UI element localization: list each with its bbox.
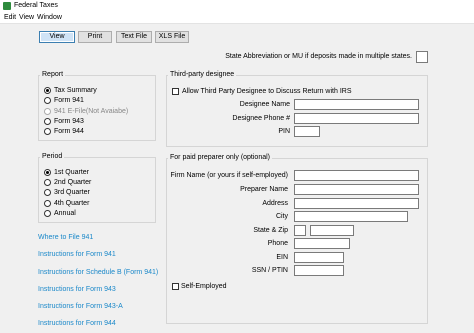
ein-label: EIN	[276, 254, 288, 261]
title-bar	[0, 0, 474, 13]
third-party-legend: Third-party designee	[168, 71, 237, 78]
period-option-label: 2nd Quarter	[54, 179, 92, 186]
period-radio-annual[interactable]	[44, 210, 51, 217]
self-employed-checkbox[interactable]	[172, 283, 179, 290]
report-option-label: Form 943	[54, 118, 84, 125]
pin-input[interactable]	[294, 126, 320, 137]
link-instructions-form-943a[interactable]: Instructions for Form 943-A	[38, 303, 123, 310]
report-option-label: Form 944	[54, 128, 84, 135]
window-title: Federal Taxes	[14, 2, 58, 9]
menu-window[interactable]: Window	[37, 14, 62, 21]
pin-label: PIN	[278, 128, 290, 135]
allow-designee-label: Allow Third Party Designee to Discuss Re…	[182, 88, 352, 95]
preparer-legend: For paid preparer only (optional)	[168, 154, 272, 161]
report-radio-form-941[interactable]	[44, 97, 51, 104]
preparer-name-label: Preparer Name	[240, 186, 288, 193]
period-radio-4th-quarter[interactable]	[44, 200, 51, 207]
allow-designee-checkbox[interactable]	[172, 88, 179, 95]
xls-file-button[interactable]: XLS File	[155, 31, 189, 43]
ssn-ptin-label: SSN / PTIN	[251, 267, 288, 274]
report-radio-form-944[interactable]	[44, 128, 51, 135]
firm-name-input[interactable]	[294, 170, 419, 181]
period-option-label: 3rd Quarter	[54, 189, 90, 196]
report-radio-tax-summary[interactable]	[44, 87, 51, 94]
report-option-label: Form 941	[54, 97, 84, 104]
period-radio-1st-quarter[interactable]	[44, 169, 51, 176]
designee-name-label: Designee Name	[239, 101, 290, 108]
print-button[interactable]: Print	[78, 31, 112, 43]
designee-phone-input[interactable]	[294, 113, 419, 124]
phone-label: Phone	[267, 240, 288, 247]
ssn-ptin-input[interactable]	[294, 265, 344, 276]
menu-bar	[0, 13, 474, 24]
address-input[interactable]	[294, 198, 419, 209]
firm-name-label: Firm Name (or yours if self-employed)	[170, 172, 288, 179]
period-option-label: Annual	[54, 210, 76, 217]
menu-view[interactable]: View	[19, 14, 34, 21]
phone-input[interactable]	[294, 238, 350, 249]
report-radio-form-943[interactable]	[44, 118, 51, 125]
report-radio-941-efile	[44, 108, 51, 115]
ein-input[interactable]	[294, 252, 344, 263]
preparer-name-input[interactable]	[294, 184, 419, 195]
period-legend: Period	[40, 153, 65, 160]
state-abbreviation-input[interactable]	[416, 51, 428, 63]
link-where-to-file-941[interactable]: Where to File 941	[38, 234, 93, 241]
period-option-label: 4th Quarter	[54, 200, 90, 207]
report-legend: Report	[40, 71, 66, 78]
self-employed-label: Self-Employed	[181, 283, 227, 290]
state-input[interactable]	[294, 225, 306, 236]
link-instructions-form-944[interactable]: Instructions for Form 944	[38, 320, 116, 327]
designee-phone-label: Designee Phone #	[232, 115, 290, 122]
city-label: City	[275, 213, 288, 220]
address-label: Address	[262, 200, 288, 207]
period-radio-3rd-quarter[interactable]	[44, 189, 51, 196]
link-instructions-form-941[interactable]: Instructions for Form 941	[38, 251, 116, 258]
menu-edit[interactable]: Edit	[4, 14, 16, 21]
state-zip-label: State & Zip	[253, 227, 288, 234]
app-icon	[3, 2, 11, 10]
zip-input[interactable]	[310, 225, 354, 236]
link-instructions-form-943[interactable]: Instructions for Form 943	[38, 286, 116, 293]
designee-name-input[interactable]	[294, 99, 419, 110]
view-button[interactable]: View	[39, 31, 75, 43]
city-input[interactable]	[294, 211, 408, 222]
report-option-label: Tax Summary	[54, 87, 97, 94]
period-radio-2nd-quarter[interactable]	[44, 179, 51, 186]
state-abbreviation-label: State Abbreviation or MU if deposits mad…	[225, 53, 412, 60]
link-instructions-schedule-b[interactable]: Instructions for Schedule B (Form 941)	[38, 269, 158, 276]
report-option-label: 941 E-File(Not Avaiabe)	[54, 108, 129, 115]
text-file-button[interactable]: Text File	[116, 31, 152, 43]
period-option-label: 1st Quarter	[54, 169, 90, 176]
